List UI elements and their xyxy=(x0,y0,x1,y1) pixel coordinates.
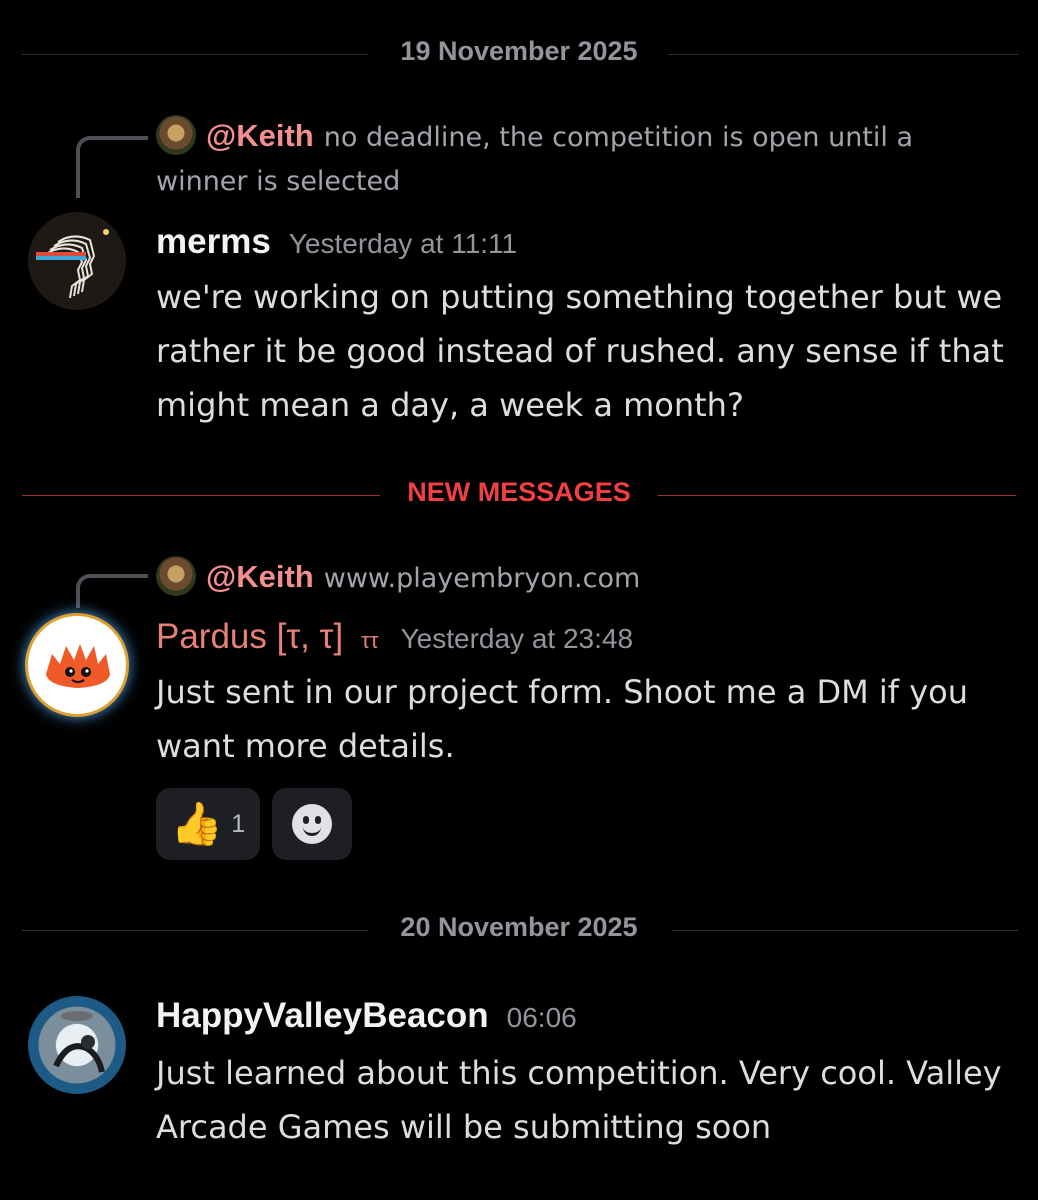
reply-text: www.playembryon.com xyxy=(323,563,641,594)
avatar[interactable] xyxy=(28,212,126,310)
message-content: Just learned about this competition. Ver… xyxy=(156,1054,1002,1146)
avatar[interactable] xyxy=(28,616,126,714)
crab-avatar-art xyxy=(46,644,110,688)
thumbs-up-icon: 👍 xyxy=(170,799,224,848)
username[interactable]: merms xyxy=(156,222,271,261)
date-divider: 20 November 2025 xyxy=(0,910,1038,950)
keith-mini-avatar xyxy=(156,115,196,155)
date-divider-label: 19 November 2025 xyxy=(400,36,638,66)
date-divider-label: 20 November 2025 xyxy=(400,912,638,942)
beacon-avatar-art xyxy=(53,1011,105,1073)
message-header: HappyValleyBeacon 06:06 xyxy=(156,996,577,1036)
reaction-count: 1 xyxy=(231,809,246,838)
avatar[interactable] xyxy=(28,996,126,1094)
timestamp: 06:06 xyxy=(506,1002,577,1033)
reply-mention[interactable]: @Keith xyxy=(206,118,314,153)
reply-preview[interactable]: @Keith no deadline, the competition is op… xyxy=(156,114,996,204)
username[interactable]: Pardus [τ, τ] xyxy=(156,617,343,656)
reaction-thumbs-up[interactable]: 👍 1 xyxy=(156,788,260,860)
server-tag[interactable]: ττ xyxy=(361,628,378,653)
add-reaction-button[interactable] xyxy=(272,788,352,860)
message-content: Just sent in our project form. Shoot me … xyxy=(156,673,969,765)
message-header: Pardus [τ, τ] ττ Yesterday at 23:48 xyxy=(156,617,633,657)
timestamp: Yesterday at 23:48 xyxy=(400,623,634,654)
username[interactable]: HappyValleyBeacon xyxy=(156,996,489,1035)
timestamp: Yesterday at 11:11 xyxy=(288,228,518,259)
merms-avatar-art xyxy=(36,229,109,299)
new-messages-label: NEW MESSAGES xyxy=(407,477,631,507)
smiley-add-icon xyxy=(292,804,332,844)
date-divider: 19 November 2025 xyxy=(0,34,1038,74)
new-messages-divider: NEW MESSAGES xyxy=(0,475,1038,515)
reply-connector xyxy=(76,574,148,608)
reply-mention[interactable]: @Keith xyxy=(206,559,314,594)
message-content: we're working on putting something toget… xyxy=(156,278,1004,424)
keith-mini-avatar xyxy=(156,556,196,596)
reactions-bar: 👍 1 xyxy=(156,788,352,860)
message-header: merms Yesterday at 11:11 xyxy=(156,222,517,262)
reply-preview[interactable]: @Keith www.playembryon.com xyxy=(156,555,996,601)
reply-connector xyxy=(76,136,148,198)
